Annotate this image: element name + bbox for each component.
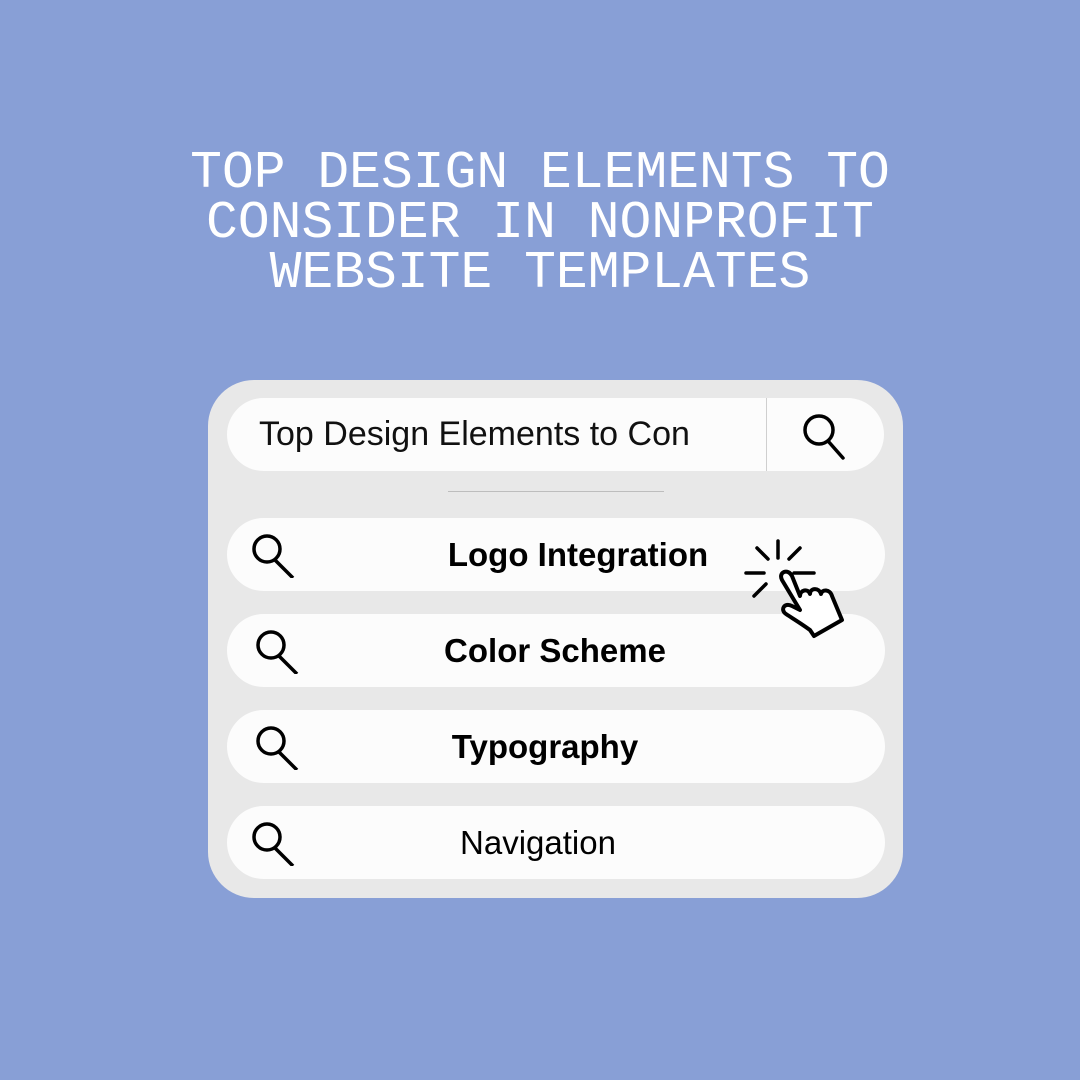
- page-title: TOP DESIGN ELEMENTS TO CONSIDER IN NONPR…: [0, 143, 1080, 303]
- search-input[interactable]: Top Design Elements to Con: [259, 398, 690, 471]
- search-icon: [252, 822, 295, 866]
- title-line-1: TOP DESIGN ELEMENTS TO: [190, 143, 890, 203]
- title-line-3: WEBSITE TEMPLATES: [269, 243, 811, 303]
- title-line-2: CONSIDER IN NONPROFIT: [206, 193, 874, 253]
- search-icon: [803, 414, 845, 460]
- result-label: Color Scheme: [444, 632, 666, 669]
- hand-pointer-click-icon: [744, 539, 844, 638]
- result-item-typography[interactable]: Typography: [227, 710, 885, 783]
- result-item-navigation[interactable]: Navigation: [227, 806, 885, 879]
- result-label: Logo Integration: [447, 536, 709, 573]
- search-icon: [252, 534, 295, 578]
- result-label: Typography: [451, 728, 639, 765]
- search-icon: [256, 630, 299, 674]
- result-label: Navigation: [460, 824, 616, 861]
- search-icon: [256, 726, 299, 770]
- divider: [448, 491, 664, 492]
- search-bar[interactable]: Top Design Elements to Con: [227, 398, 884, 471]
- search-button[interactable]: [767, 398, 884, 471]
